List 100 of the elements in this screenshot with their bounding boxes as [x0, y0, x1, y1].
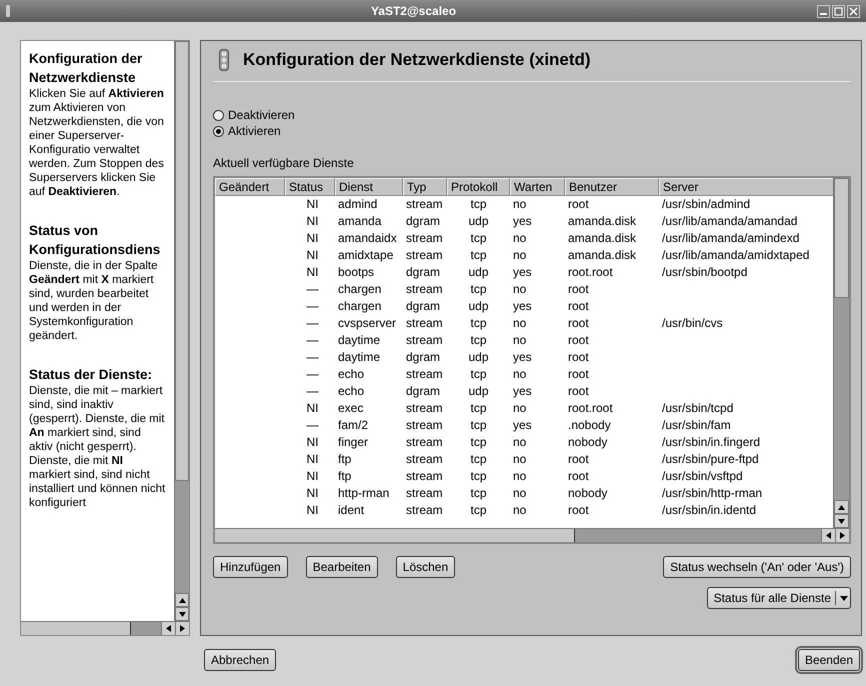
table-cell: NI [306, 248, 318, 262]
scroll-left-icon[interactable] [166, 625, 171, 632]
table-cell: /usr/sbin/http-rman [662, 486, 762, 500]
table-cell: fam/2 [338, 418, 368, 432]
table-cell: stream [406, 316, 443, 330]
table-cell: dgram [406, 265, 440, 279]
action-button[interactable]: Bearbeiten [306, 556, 378, 578]
scroll-up-icon[interactable] [178, 598, 186, 602]
table-cell: amanda [338, 214, 382, 228]
maximize-icon[interactable] [832, 4, 845, 18]
table-cell: NI [306, 435, 318, 449]
action-button[interactable]: Löschen [396, 556, 456, 578]
table-cell: — [306, 333, 318, 347]
table-cell: chargen [338, 299, 382, 313]
table-cell: NI [306, 231, 318, 245]
table-cell: nobody [568, 435, 608, 449]
table-cell: stream [406, 197, 443, 211]
table-cell: root [568, 469, 589, 483]
table-cell: /usr/sbin/vsftpd [662, 469, 743, 483]
column-header[interactable]: Dienst [335, 178, 403, 196]
table-cell: nobody [568, 486, 608, 500]
table-cell: — [306, 316, 318, 330]
vertical-scrollbar[interactable] [174, 41, 189, 621]
table-cell: exec [338, 401, 364, 415]
table-cell: ftp [338, 469, 352, 483]
table-cell: stream [406, 367, 443, 381]
scroll-right-icon[interactable] [180, 625, 185, 632]
scroll-down-icon[interactable] [178, 612, 186, 616]
column-header[interactable]: Status [285, 178, 335, 196]
table-cell: stream [406, 503, 443, 517]
table-cell: no [513, 316, 526, 330]
scroll-down-icon[interactable] [838, 518, 845, 524]
table-cell: udp [468, 350, 489, 364]
table-cell: — [306, 367, 318, 381]
column-header[interactable]: Typ [403, 178, 447, 196]
table-cell: stream [406, 486, 443, 500]
column-header[interactable]: Warten [510, 178, 565, 196]
table-cell: tcp [470, 401, 486, 415]
table-cell: tcp [470, 248, 486, 262]
table-cell: root [568, 503, 589, 517]
table-cell: NI [306, 503, 318, 517]
table-cell: stream [406, 452, 443, 466]
table-cell: yes [513, 418, 532, 432]
table-cell: no [513, 282, 526, 296]
table-cell: root [568, 197, 589, 211]
table-cell: dgram [406, 214, 440, 228]
table-cell: root [568, 350, 589, 364]
table-cell: daytime [338, 333, 380, 347]
radio-option[interactable]: Aktivieren [213, 124, 281, 138]
column-header[interactable]: Geändert [215, 178, 285, 196]
minimize-icon[interactable] [817, 4, 830, 18]
close-icon[interactable] [847, 4, 860, 18]
horizontal-scrollbar[interactable] [21, 621, 189, 635]
table-cell: /usr/sbin/pure-ftpd [662, 452, 759, 466]
action-button[interactable]: Hinzufügen [213, 556, 288, 578]
table-cell: tcp [470, 469, 486, 483]
table-cell: dgram [406, 299, 440, 313]
scroll-up-icon[interactable] [838, 504, 845, 510]
table-cell: no [513, 486, 526, 500]
table-cell: — [306, 299, 318, 313]
column-header[interactable]: Server [659, 178, 835, 196]
scroll-left-icon[interactable] [826, 532, 831, 539]
table-cell: dgram [406, 350, 440, 364]
radio-option[interactable]: Deaktivieren [213, 108, 295, 122]
table-cell: /usr/lib/amanda/amindexd [662, 231, 800, 245]
table-cell: /usr/sbin/bootpd [662, 265, 748, 279]
table-cell: admind [338, 197, 378, 211]
scroll-right-icon[interactable] [840, 532, 845, 539]
table-cell: tcp [470, 418, 486, 432]
table-cell: stream [406, 435, 443, 449]
table-cell: /usr/sbin/in.fingerd [662, 435, 760, 449]
table-cell: root.root [568, 401, 613, 415]
table-cell: udp [468, 214, 489, 228]
finish-button[interactable]: Beenden [798, 649, 860, 671]
table-cell: — [306, 418, 318, 432]
column-header[interactable]: Protokoll [447, 178, 510, 196]
table-cell: /usr/lib/amanda/amandad [662, 214, 798, 228]
table-cell: no [513, 435, 526, 449]
table-cell: root [568, 452, 589, 466]
table-cell: /usr/sbin/in.identd [662, 503, 756, 517]
table-cell: yes [513, 265, 532, 279]
help-paragraph: Dienste, die in der Spalte Geändert mit X markiert sind, wurden bearbeitet und werden in der Systemkonfiguration geändert. [29, 259, 158, 343]
table-cell: amandaidx [338, 231, 397, 245]
table-cell: — [306, 384, 318, 398]
toggle-status-button[interactable]: Status wechseln ('An' oder 'Aus') [663, 556, 851, 578]
table-cell: echo [338, 367, 364, 381]
table-cell: yes [513, 350, 532, 364]
table-cell: — [306, 282, 318, 296]
column-header[interactable]: Benutzer [565, 178, 659, 196]
table-cell: ftp [338, 452, 352, 466]
cancel-button[interactable]: Abbrechen [204, 649, 276, 671]
table-cell: NI [306, 197, 318, 211]
table-cell: tcp [470, 197, 486, 211]
horizontal-scrollbar[interactable] [215, 528, 849, 542]
table-cell: — [306, 350, 318, 364]
vertical-scrollbar[interactable] [833, 178, 849, 528]
help-paragraph: Klicken Sie auf Aktivieren zum Aktivieren von Netzwerkdiensten, die von einer Superserver-Konfiguratio verwaltet werden. Zum Stoppen des Superservers klicken Sie auf Deaktivieren. [29, 87, 165, 199]
table-cell: NI [306, 214, 318, 228]
table-cell: amanda.disk [568, 231, 636, 245]
status-menu-button[interactable]: Status für alle Dienste [706, 587, 851, 609]
